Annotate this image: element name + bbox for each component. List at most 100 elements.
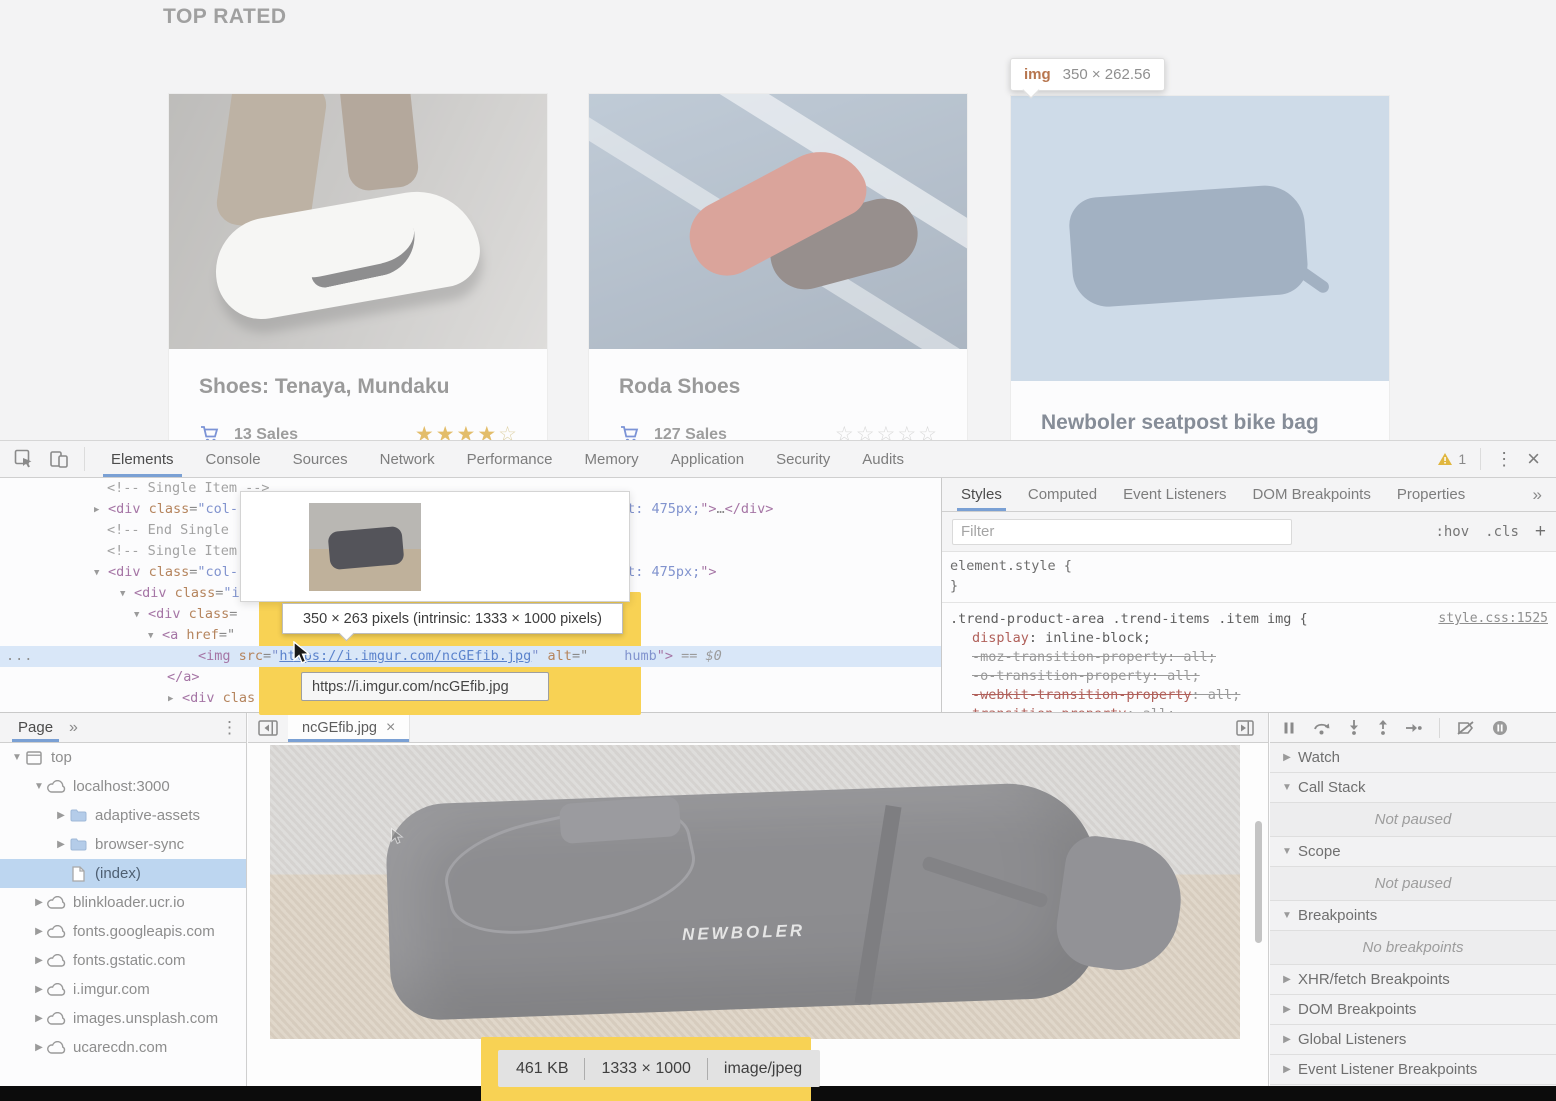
debugger-section-scope[interactable]: ▼Scope bbox=[1270, 837, 1556, 867]
debugger-section-breakpoints[interactable]: ▼Breakpoints bbox=[1270, 901, 1556, 931]
styles-tab-computed[interactable]: Computed bbox=[1015, 478, 1110, 511]
debugger-section-xhr-fetch-breakpoints[interactable]: ▶XHR/fetch Breakpoints bbox=[1270, 965, 1556, 995]
caret-closed-icon[interactable]: ▶ bbox=[32, 984, 46, 995]
devtools-menu-icon[interactable]: ⋮ bbox=[1495, 450, 1513, 468]
code-token: class bbox=[189, 604, 230, 625]
tree-item-images-unsplash-com[interactable]: ▶images.unsplash.com bbox=[0, 1004, 246, 1033]
debugger-section-event-listener-breakpoints[interactable]: ▶Event Listener Breakpoints bbox=[1270, 1055, 1556, 1085]
editor-scrollbar-thumb[interactable] bbox=[1255, 821, 1262, 943]
product-card-shoes-tenaya[interactable]: Shoes: Tenaya, Mundaku 13 Sales ★★★★☆ bbox=[168, 93, 548, 440]
css-property-name: -webkit-transition-property bbox=[972, 687, 1191, 703]
deactivate-breakpoints-icon[interactable] bbox=[1457, 721, 1475, 735]
star-empty-icon: ☆ bbox=[856, 423, 877, 440]
css-property-display[interactable]: display: inline-block; bbox=[942, 629, 1556, 648]
secondary-cursor bbox=[390, 827, 406, 847]
tree-item-localhost-3000[interactable]: ▼localhost:3000 bbox=[0, 772, 246, 801]
caret-closed-icon[interactable]: ▶ bbox=[32, 1013, 46, 1024]
caret-closed-icon: ▶ bbox=[1280, 1004, 1294, 1015]
css-property--o-transition-property[interactable]: -o-transition-property: all; bbox=[942, 667, 1556, 686]
devtools-tab-elements[interactable]: Elements bbox=[95, 441, 190, 477]
cloud-icon bbox=[46, 1010, 66, 1028]
product-card-newboler-bag[interactable]: Newboler seatpost bike bag bbox=[1010, 95, 1390, 440]
tree-item-blinkloader-ucr-io[interactable]: ▶blinkloader.ucr.io bbox=[0, 888, 246, 917]
pause-on-exceptions-icon[interactable] bbox=[1492, 720, 1508, 736]
devtools-close-icon[interactable]: × bbox=[1527, 448, 1540, 470]
cloud-icon bbox=[46, 981, 66, 999]
devtools-tab-security[interactable]: Security bbox=[760, 441, 846, 477]
devtools-tab-audits[interactable]: Audits bbox=[846, 441, 920, 477]
css-property-transition-property[interactable]: transition-property: all; bbox=[942, 705, 1556, 712]
code-token: <!-- End Single bbox=[107, 520, 229, 541]
navigator-overflow-menu-icon[interactable]: ⋮ bbox=[221, 718, 238, 738]
css-property--moz-transition-property[interactable]: -moz-transition-property: all; bbox=[942, 648, 1556, 667]
styles-tab-styles[interactable]: Styles bbox=[948, 478, 1015, 511]
navigator-tab-page[interactable]: Page bbox=[8, 713, 63, 742]
styles-tab-properties[interactable]: Properties bbox=[1384, 478, 1478, 511]
code-token: </div> bbox=[725, 499, 774, 520]
star-rating: ☆☆☆☆☆ bbox=[835, 422, 939, 440]
step-icon[interactable] bbox=[1406, 722, 1422, 734]
debugger-section-label: DOM Breakpoints bbox=[1298, 1001, 1416, 1018]
devtools-tab-performance[interactable]: Performance bbox=[451, 441, 569, 477]
caret-closed-icon[interactable]: ▶ bbox=[32, 1042, 46, 1053]
caret-closed-icon[interactable]: ▶ bbox=[32, 926, 46, 937]
toggle-hover-state-button[interactable]: :hov bbox=[1435, 524, 1469, 540]
editor-tab-ncgefib[interactable]: ncGEfib.jpg × bbox=[288, 713, 410, 742]
inspect-tag-name: img bbox=[1024, 66, 1051, 83]
code-token: class bbox=[149, 499, 190, 520]
navigator-more-tabs-chevron[interactable]: » bbox=[69, 719, 78, 737]
tree-item-adaptive-assets[interactable]: ▶adaptive-assets bbox=[0, 801, 246, 830]
caret-closed-icon[interactable]: ▶ bbox=[32, 955, 46, 966]
tree-item-i-imgur-com[interactable]: ▶i.imgur.com bbox=[0, 975, 246, 1004]
tree-item--index-[interactable]: (index) bbox=[0, 859, 246, 888]
styles-tab-dom-breakpoints[interactable]: DOM Breakpoints bbox=[1239, 478, 1383, 511]
caret-closed-icon[interactable]: ▶ bbox=[54, 810, 68, 821]
product-card-roda-shoes[interactable]: Roda Shoes 127 Sales ☆☆☆☆☆ bbox=[588, 93, 968, 440]
code-token: <div bbox=[148, 604, 189, 625]
element-style-rule[interactable]: element.style { bbox=[942, 556, 1556, 576]
image-src-link[interactable]: https://i.imgur.com/ncGEfib.jpg bbox=[279, 646, 531, 667]
hide-navigator-icon[interactable] bbox=[258, 720, 278, 736]
tree-item-fonts-gstatic-com[interactable]: ▶fonts.gstatic.com bbox=[0, 946, 246, 975]
tab-close-icon[interactable]: × bbox=[386, 719, 395, 737]
tree-item-browser-sync[interactable]: ▶browser-sync bbox=[0, 830, 246, 859]
step-out-icon[interactable] bbox=[1377, 720, 1389, 735]
new-style-rule-button[interactable]: + bbox=[1535, 521, 1546, 543]
styles-tab-event-listeners[interactable]: Event Listeners bbox=[1110, 478, 1239, 511]
tree-item-ucarecdn-com[interactable]: ▶ucarecdn.com bbox=[0, 1033, 246, 1062]
tree-item-top[interactable]: ▼top bbox=[0, 743, 246, 772]
caret-closed-icon[interactable]: ▶ bbox=[32, 897, 46, 908]
show-debugger-pane-icon[interactable] bbox=[1236, 720, 1254, 736]
device-toolbar-icon[interactable] bbox=[48, 448, 70, 470]
debugger-section-dom-breakpoints[interactable]: ▶ DOM Breakpoints bbox=[1270, 995, 1556, 1025]
devtools-tab-network[interactable]: Network bbox=[364, 441, 451, 477]
star-filled-icon: ★ bbox=[477, 423, 498, 440]
css-property--webkit-transition-property[interactable]: -webkit-transition-property: all; bbox=[942, 686, 1556, 705]
dom-node-img-selected[interactable]: ...<img src="https://i.imgur.com/ncGEfib… bbox=[0, 646, 941, 667]
inspect-element-icon[interactable] bbox=[13, 448, 35, 470]
debugger-section-call-stack[interactable]: ▼Call Stack bbox=[1270, 773, 1556, 803]
debugger-section-label: Event Listener Breakpoints bbox=[1298, 1061, 1477, 1078]
console-warning-indicator[interactable]: 1 bbox=[1437, 451, 1466, 467]
styles-filter-input[interactable] bbox=[952, 519, 1292, 545]
warning-count: 1 bbox=[1458, 451, 1466, 467]
devtools-tab-sources[interactable]: Sources bbox=[277, 441, 364, 477]
step-into-icon[interactable] bbox=[1348, 720, 1360, 735]
step-over-icon[interactable] bbox=[1313, 721, 1331, 735]
devtools-tab-memory[interactable]: Memory bbox=[569, 441, 655, 477]
tree-item-fonts-googleapis-com[interactable]: ▶fonts.googleapis.com bbox=[0, 917, 246, 946]
pause-script-icon[interactable] bbox=[1282, 721, 1296, 735]
caret-open-icon[interactable]: ▼ bbox=[32, 781, 46, 792]
devtools-tab-application[interactable]: Application bbox=[655, 441, 760, 477]
debugger-section-global-listeners[interactable]: ▶Global Listeners bbox=[1270, 1025, 1556, 1055]
caret-open-icon[interactable]: ▼ bbox=[10, 752, 24, 763]
info-divider bbox=[707, 1058, 708, 1080]
debugger-section-watch[interactable]: ▶Watch bbox=[1270, 743, 1556, 773]
styles-tab-strip: StylesComputedEvent ListenersDOM Breakpo… bbox=[942, 478, 1556, 512]
code-token: src bbox=[239, 646, 263, 667]
styles-more-tabs-chevron[interactable]: » bbox=[1525, 478, 1550, 511]
stylesheet-source-link[interactable]: style.css:1525 bbox=[1438, 609, 1548, 629]
devtools-tab-console[interactable]: Console bbox=[190, 441, 277, 477]
caret-closed-icon[interactable]: ▶ bbox=[54, 839, 68, 850]
toggle-class-button[interactable]: .cls bbox=[1485, 524, 1519, 540]
